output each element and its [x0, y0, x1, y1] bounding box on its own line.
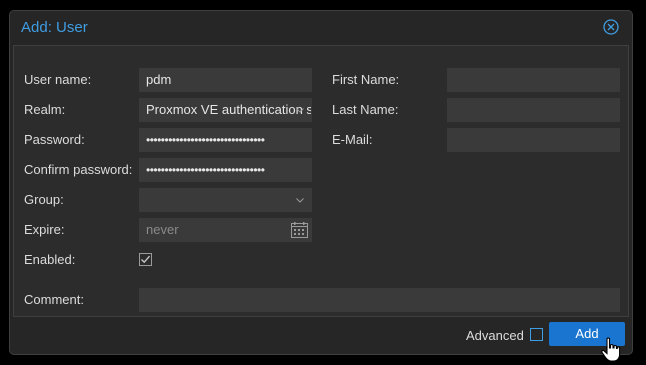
- chevron-down-icon: [296, 108, 304, 113]
- dialog-body: User name: pdm Realm: Proxmox VE authent…: [13, 45, 629, 317]
- enabled-checkbox[interactable]: [139, 253, 152, 266]
- advanced-label: Advanced: [466, 328, 524, 343]
- first-name-input[interactable]: [447, 68, 620, 92]
- last-name-label: Last Name:: [332, 102, 399, 117]
- realm-value: Proxmox VE authentication server: [146, 102, 311, 117]
- expire-label: Expire:: [24, 222, 65, 237]
- first-name-label: First Name:: [332, 72, 400, 87]
- realm-select[interactable]: Proxmox VE authentication server: [139, 98, 312, 122]
- dialog-title: Add: User: [21, 19, 88, 36]
- email-input[interactable]: [447, 128, 620, 152]
- group-select[interactable]: [139, 188, 312, 212]
- password-input[interactable]: ••••••••••••••••••••••••••••••••: [139, 128, 312, 152]
- advanced-checkbox[interactable]: [530, 328, 543, 341]
- add-user-dialog: Add: User User name: pdm Realm: Proxmox …: [9, 10, 633, 362]
- comment-input[interactable]: [139, 288, 620, 312]
- last-name-input[interactable]: [447, 98, 620, 122]
- dialog-footer: Advanced Add: [10, 317, 632, 362]
- expire-placeholder: never: [146, 222, 179, 237]
- password-label: Password:: [24, 132, 85, 147]
- hand-cursor-icon: [601, 337, 621, 362]
- group-label: Group:: [24, 192, 64, 207]
- username-label: User name:: [24, 72, 92, 87]
- calendar-icon[interactable]: [291, 222, 308, 238]
- confirm-password-label: Confirm password:: [24, 162, 133, 177]
- chevron-down-icon: [296, 198, 304, 203]
- close-icon[interactable]: [603, 19, 619, 35]
- email-label: E-Mail:: [332, 132, 373, 147]
- dialog-titlebar[interactable]: Add: User: [10, 11, 632, 45]
- comment-label: Comment:: [24, 292, 84, 307]
- confirm-password-input[interactable]: ••••••••••••••••••••••••••••••••: [139, 158, 312, 182]
- realm-label: Realm:: [24, 102, 66, 117]
- expire-date-input[interactable]: never: [139, 218, 312, 242]
- enabled-label: Enabled:: [24, 252, 76, 267]
- username-input[interactable]: pdm: [139, 68, 312, 92]
